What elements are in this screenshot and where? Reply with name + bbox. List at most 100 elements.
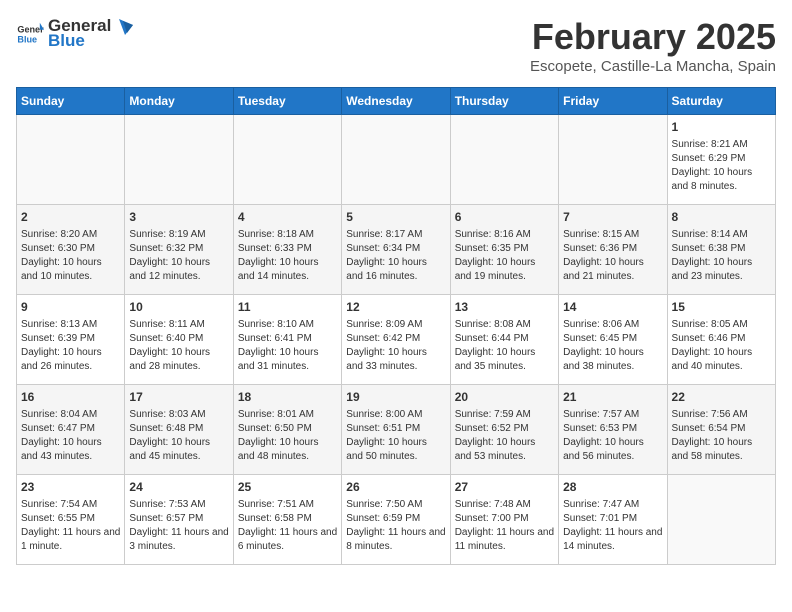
calendar-cell	[17, 115, 125, 205]
day-info: Sunrise: 8:06 AM Sunset: 6:45 PM Dayligh…	[563, 318, 662, 374]
calendar-cell: 8 Sunrise: 8:14 AM Sunset: 6:38 PM Daylig…	[667, 205, 775, 295]
calendar-week-row: 23Sunrise: 7:54 AM Sunset: 6:55 PM Dayli…	[17, 475, 776, 565]
day-info: Sunrise: 8:04 AM Sunset: 6:47 PM Dayligh…	[21, 408, 120, 464]
logo-icon: General Blue	[16, 20, 44, 48]
calendar-week-row: 9 Sunrise: 8:13 AM Sunset: 6:39 PM Daylig…	[17, 295, 776, 385]
calendar-week-row: 16 Sunrise: 8:04 AM Sunset: 6:47 PM Dayli…	[17, 385, 776, 475]
day-number: 24	[129, 479, 228, 496]
header: General Blue General Blue February 2025 …	[16, 16, 776, 75]
day-info: Sunrise: 8:08 AM Sunset: 6:44 PM Dayligh…	[455, 318, 554, 374]
day-number: 26	[346, 479, 445, 496]
day-number: 11	[238, 299, 337, 316]
page-title: February 2025	[530, 16, 776, 58]
calendar-cell: 18 Sunrise: 8:01 AM Sunset: 6:50 PM Dayli…	[233, 385, 341, 475]
calendar-cell: 26 Sunrise: 7:50 AM Sunset: 6:59 PM Dayli…	[342, 475, 450, 565]
page-subtitle: Escopete, Castille-La Mancha, Spain	[530, 58, 776, 75]
day-info: Sunrise: 7:53 AM Sunset: 6:57 PM Dayligh…	[129, 498, 228, 554]
weekday-header-tuesday: Tuesday	[233, 88, 341, 115]
day-number: 5	[346, 209, 445, 226]
day-info: Sunrise: 8:00 AM Sunset: 6:51 PM Dayligh…	[346, 408, 445, 464]
day-number: 1	[672, 119, 771, 136]
day-info: Sunrise: 7:50 AM Sunset: 6:59 PM Dayligh…	[346, 498, 445, 554]
calendar-cell	[125, 115, 233, 205]
calendar-cell: 20 Sunrise: 7:59 AM Sunset: 6:52 PM Dayli…	[450, 385, 558, 475]
day-info: Sunrise: 8:15 AM Sunset: 6:36 PM Dayligh…	[563, 228, 662, 284]
day-info: Sunrise: 7:48 AM Sunset: 7:00 PM Dayligh…	[455, 498, 554, 554]
calendar-week-row: 2Sunrise: 8:20 AM Sunset: 6:30 PM Daylig…	[17, 205, 776, 295]
day-info: Sunrise: 8:10 AM Sunset: 6:41 PM Dayligh…	[238, 318, 337, 374]
calendar-cell: 22 Sunrise: 7:56 AM Sunset: 6:54 PM Dayli…	[667, 385, 775, 475]
day-number: 10	[129, 299, 228, 316]
day-number: 20	[455, 389, 554, 406]
day-info: Sunrise: 8:05 AM Sunset: 6:46 PM Dayligh…	[672, 318, 771, 374]
calendar-cell: 15 Sunrise: 8:05 AM Sunset: 6:46 PM Dayli…	[667, 295, 775, 385]
day-info: Sunrise: 8:13 AM Sunset: 6:39 PM Dayligh…	[21, 318, 120, 374]
day-info: Sunrise: 8:19 AM Sunset: 6:32 PM Dayligh…	[129, 228, 228, 284]
day-info: Sunrise: 8:11 AM Sunset: 6:40 PM Dayligh…	[129, 318, 228, 374]
title-area: February 2025 Escopete, Castille-La Manc…	[530, 16, 776, 75]
calendar-cell: 13 Sunrise: 8:08 AM Sunset: 6:44 PM Dayli…	[450, 295, 558, 385]
day-number: 23	[21, 479, 120, 496]
calendar-cell: 24 Sunrise: 7:53 AM Sunset: 6:57 PM Dayli…	[125, 475, 233, 565]
calendar-cell: 23Sunrise: 7:54 AM Sunset: 6:55 PM Dayli…	[17, 475, 125, 565]
calendar-cell	[342, 115, 450, 205]
calendar-cell	[233, 115, 341, 205]
weekday-header-friday: Friday	[559, 88, 667, 115]
day-info: Sunrise: 7:56 AM Sunset: 6:54 PM Dayligh…	[672, 408, 771, 464]
day-info: Sunrise: 7:57 AM Sunset: 6:53 PM Dayligh…	[563, 408, 662, 464]
calendar-cell: 4 Sunrise: 8:18 AM Sunset: 6:33 PM Daylig…	[233, 205, 341, 295]
calendar-cell: 5 Sunrise: 8:17 AM Sunset: 6:34 PM Daylig…	[342, 205, 450, 295]
calendar-cell: 1Sunrise: 8:21 AM Sunset: 6:29 PM Daylig…	[667, 115, 775, 205]
day-number: 25	[238, 479, 337, 496]
day-number: 6	[455, 209, 554, 226]
day-info: Sunrise: 7:47 AM Sunset: 7:01 PM Dayligh…	[563, 498, 662, 554]
calendar-cell: 27 Sunrise: 7:48 AM Sunset: 7:00 PM Dayli…	[450, 475, 558, 565]
calendar-cell: 11 Sunrise: 8:10 AM Sunset: 6:41 PM Dayli…	[233, 295, 341, 385]
calendar-cell: 21Sunrise: 7:57 AM Sunset: 6:53 PM Dayli…	[559, 385, 667, 475]
day-number: 13	[455, 299, 554, 316]
calendar-cell: 7Sunrise: 8:15 AM Sunset: 6:36 PM Daylig…	[559, 205, 667, 295]
day-number: 4	[238, 209, 337, 226]
calendar-cell: 10 Sunrise: 8:11 AM Sunset: 6:40 PM Dayli…	[125, 295, 233, 385]
calendar-cell: 28 Sunrise: 7:47 AM Sunset: 7:01 PM Dayli…	[559, 475, 667, 565]
weekday-header-thursday: Thursday	[450, 88, 558, 115]
day-number: 17	[129, 389, 228, 406]
svg-text:Blue: Blue	[17, 34, 37, 44]
calendar-week-row: 1Sunrise: 8:21 AM Sunset: 6:29 PM Daylig…	[17, 115, 776, 205]
day-info: Sunrise: 8:03 AM Sunset: 6:48 PM Dayligh…	[129, 408, 228, 464]
calendar-table: SundayMondayTuesdayWednesdayThursdayFrid…	[16, 87, 776, 565]
calendar-cell: 16 Sunrise: 8:04 AM Sunset: 6:47 PM Dayli…	[17, 385, 125, 475]
weekday-header-saturday: Saturday	[667, 88, 775, 115]
day-info: Sunrise: 8:17 AM Sunset: 6:34 PM Dayligh…	[346, 228, 445, 284]
calendar-cell: 25 Sunrise: 7:51 AM Sunset: 6:58 PM Dayli…	[233, 475, 341, 565]
day-info: Sunrise: 7:51 AM Sunset: 6:58 PM Dayligh…	[238, 498, 337, 554]
day-number: 28	[563, 479, 662, 496]
calendar-cell: 6Sunrise: 8:16 AM Sunset: 6:35 PM Daylig…	[450, 205, 558, 295]
day-number: 9	[21, 299, 120, 316]
day-number: 3	[129, 209, 228, 226]
day-number: 18	[238, 389, 337, 406]
day-info: Sunrise: 8:01 AM Sunset: 6:50 PM Dayligh…	[238, 408, 337, 464]
day-number: 27	[455, 479, 554, 496]
day-number: 14	[563, 299, 662, 316]
logo: General Blue General Blue	[16, 16, 133, 51]
weekday-header-row: SundayMondayTuesdayWednesdayThursdayFrid…	[17, 88, 776, 115]
day-info: Sunrise: 8:14 AM Sunset: 6:38 PM Dayligh…	[672, 228, 771, 284]
weekday-header-wednesday: Wednesday	[342, 88, 450, 115]
day-number: 16	[21, 389, 120, 406]
day-info: Sunrise: 8:09 AM Sunset: 6:42 PM Dayligh…	[346, 318, 445, 374]
day-info: Sunrise: 8:20 AM Sunset: 6:30 PM Dayligh…	[21, 228, 120, 284]
calendar-cell: 3 Sunrise: 8:19 AM Sunset: 6:32 PM Daylig…	[125, 205, 233, 295]
day-info: Sunrise: 7:59 AM Sunset: 6:52 PM Dayligh…	[455, 408, 554, 464]
day-number: 8	[672, 209, 771, 226]
calendar-cell: 2Sunrise: 8:20 AM Sunset: 6:30 PM Daylig…	[17, 205, 125, 295]
calendar-cell	[667, 475, 775, 565]
day-number: 22	[672, 389, 771, 406]
calendar-cell: 9 Sunrise: 8:13 AM Sunset: 6:39 PM Daylig…	[17, 295, 125, 385]
day-number: 19	[346, 389, 445, 406]
day-number: 12	[346, 299, 445, 316]
calendar-cell	[559, 115, 667, 205]
day-info: Sunrise: 8:18 AM Sunset: 6:33 PM Dayligh…	[238, 228, 337, 284]
calendar-cell: 17 Sunrise: 8:03 AM Sunset: 6:48 PM Dayli…	[125, 385, 233, 475]
day-number: 15	[672, 299, 771, 316]
